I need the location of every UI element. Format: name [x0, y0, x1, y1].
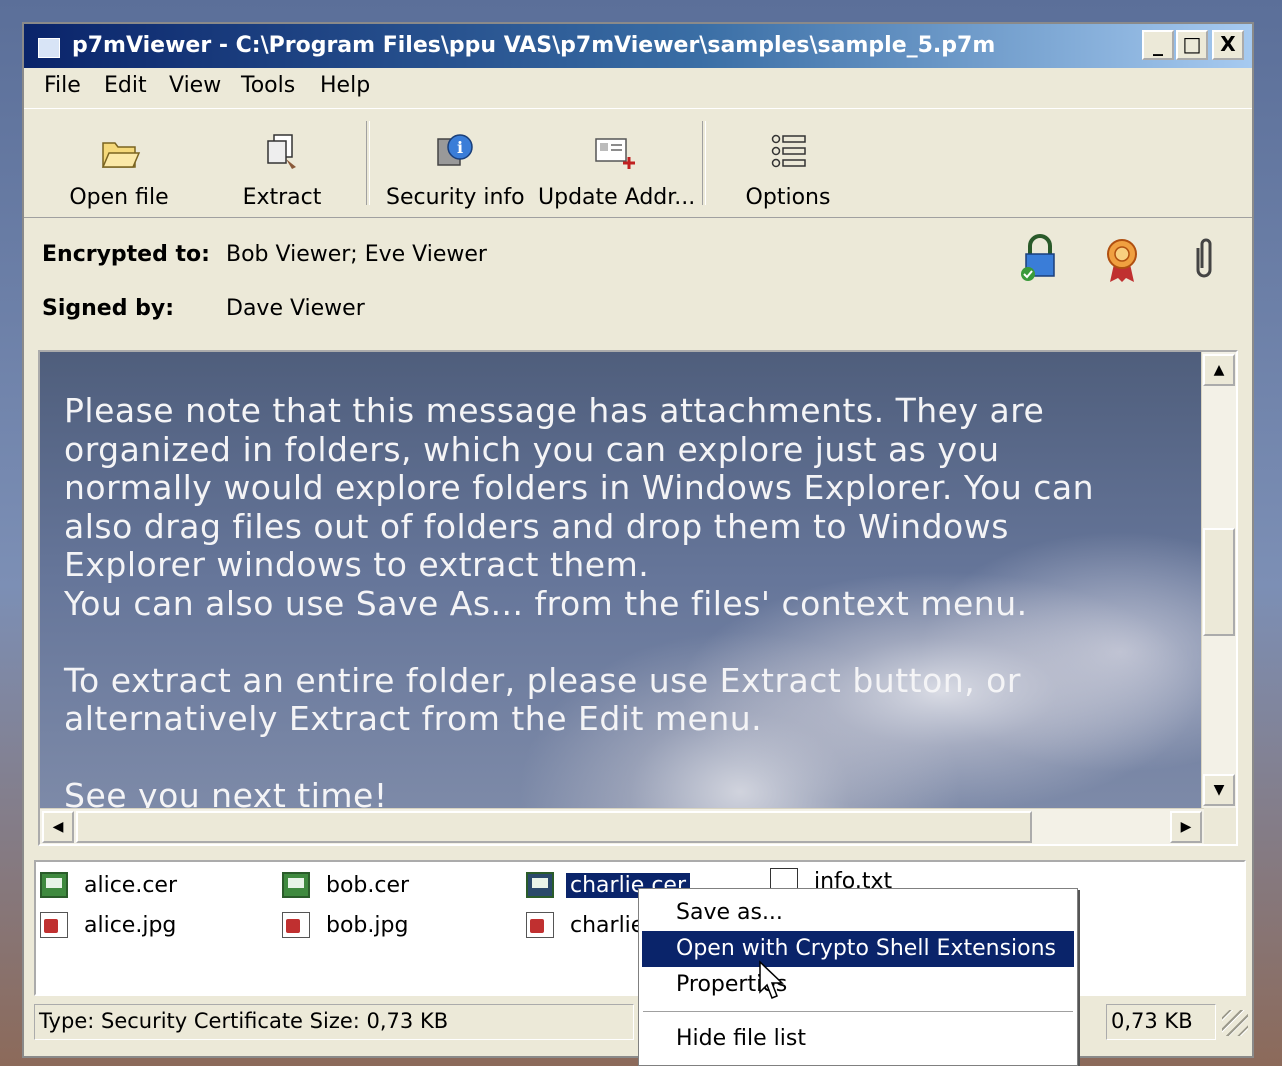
options-label: Options: [745, 185, 831, 210]
scroll-down-button[interactable]: ▼: [1203, 774, 1235, 806]
toolbar-separator: [366, 121, 370, 205]
vertical-scroll-thumb[interactable]: [1203, 528, 1235, 636]
options-button[interactable]: Options: [730, 109, 846, 217]
menu-bar: File Edit View Tools Help: [24, 68, 1252, 106]
paperclip-icon[interactable]: [1182, 234, 1226, 284]
signed-by-value: Dave Viewer: [226, 296, 365, 321]
svg-text:i: i: [457, 138, 463, 157]
file-name: alice.jpg: [84, 913, 177, 938]
toolbar-separator: [702, 121, 706, 205]
scroll-up-button[interactable]: ▲: [1203, 354, 1235, 386]
mouse-cursor-icon: [759, 960, 784, 999]
menu-view[interactable]: View: [169, 73, 221, 98]
update-addr-button[interactable]: Update Addr...: [538, 109, 696, 217]
certificate-icon: [40, 872, 68, 898]
security-info-button[interactable]: i Security info: [386, 109, 525, 217]
image-icon: [526, 912, 554, 938]
open-file-label: Open file: [69, 185, 169, 210]
file-name: alice.cer: [84, 873, 178, 898]
encrypted-to-value: Bob Viewer; Eve Viewer: [226, 242, 487, 267]
status-file-info: Type: Security Certificate Size: 0,73 KB: [34, 1004, 634, 1040]
message-header: Encrypted to: Bob Viewer; Eve Viewer Sig…: [24, 220, 1252, 348]
message-body: Please note that this message has attach…: [64, 391, 1095, 808]
extract-button[interactable]: Extract: [224, 109, 340, 217]
menu-save-as[interactable]: Save as...: [642, 895, 1074, 931]
file-name: charlie: [570, 913, 645, 938]
menu-hide-file-list[interactable]: Hide file list: [642, 1021, 1074, 1057]
menu-separator: [643, 1011, 1073, 1012]
security-info-icon: i: [437, 134, 473, 166]
extract-label: Extract: [242, 185, 322, 210]
certificate-icon: [526, 872, 554, 898]
file-name: bob.cer: [326, 873, 410, 898]
scroll-right-button[interactable]: ▶: [1170, 811, 1202, 843]
vertical-scrollbar[interactable]: ▲ ▼: [1201, 352, 1236, 808]
menu-tools[interactable]: Tools: [241, 73, 295, 98]
menu-properties[interactable]: Properties: [642, 967, 1074, 1003]
options-list-icon: [771, 134, 806, 168]
window-title: p7mViewer - C:\Program Files\ppu VAS\p7m…: [72, 33, 996, 58]
open-file-button[interactable]: Open file: [54, 109, 184, 217]
menu-help[interactable]: Help: [320, 73, 370, 98]
toolbar: Open file Extract i Security info Update…: [24, 108, 1252, 218]
horizontal-scroll-thumb[interactable]: [76, 811, 1032, 843]
lock-icon[interactable]: [1018, 232, 1062, 282]
certificate-ribbon-icon[interactable]: [1100, 234, 1144, 284]
encrypted-to-label: Encrypted to:: [42, 242, 210, 267]
image-icon: [40, 912, 68, 938]
folder-open-icon: [101, 142, 141, 168]
horizontal-scrollbar[interactable]: ◀ ▶: [40, 808, 1204, 844]
extract-icon: [267, 134, 296, 169]
security-info-label: Security info: [386, 185, 525, 210]
menu-edit[interactable]: Edit: [104, 73, 147, 98]
scroll-left-button[interactable]: ◀: [42, 811, 74, 843]
context-menu: Save as... Open with Crypto Shell Extens…: [638, 888, 1078, 1066]
signed-by-label: Signed by:: [42, 296, 175, 321]
menu-open-with-crypto-shell[interactable]: Open with Crypto Shell Extensions: [642, 931, 1074, 967]
status-size: 0,73 KB: [1106, 1004, 1216, 1040]
app-icon: [38, 38, 60, 58]
address-card-icon: [595, 138, 635, 169]
message-view[interactable]: Please note that this message has attach…: [40, 352, 1204, 808]
resize-grip[interactable]: [1222, 1010, 1248, 1036]
menu-file[interactable]: File: [44, 73, 81, 98]
file-name: bob.jpg: [326, 913, 409, 938]
image-icon: [282, 912, 310, 938]
title-bar[interactable]: p7mViewer - C:\Program Files\ppu VAS\p7m…: [24, 24, 1252, 68]
certificate-icon: [282, 872, 310, 898]
maximize-button[interactable]: □: [1176, 30, 1208, 60]
message-pane: Please note that this message has attach…: [38, 350, 1238, 846]
update-addr-label: Update Addr...: [538, 185, 696, 210]
minimize-button[interactable]: _: [1142, 30, 1174, 60]
close-button[interactable]: X: [1212, 30, 1244, 60]
